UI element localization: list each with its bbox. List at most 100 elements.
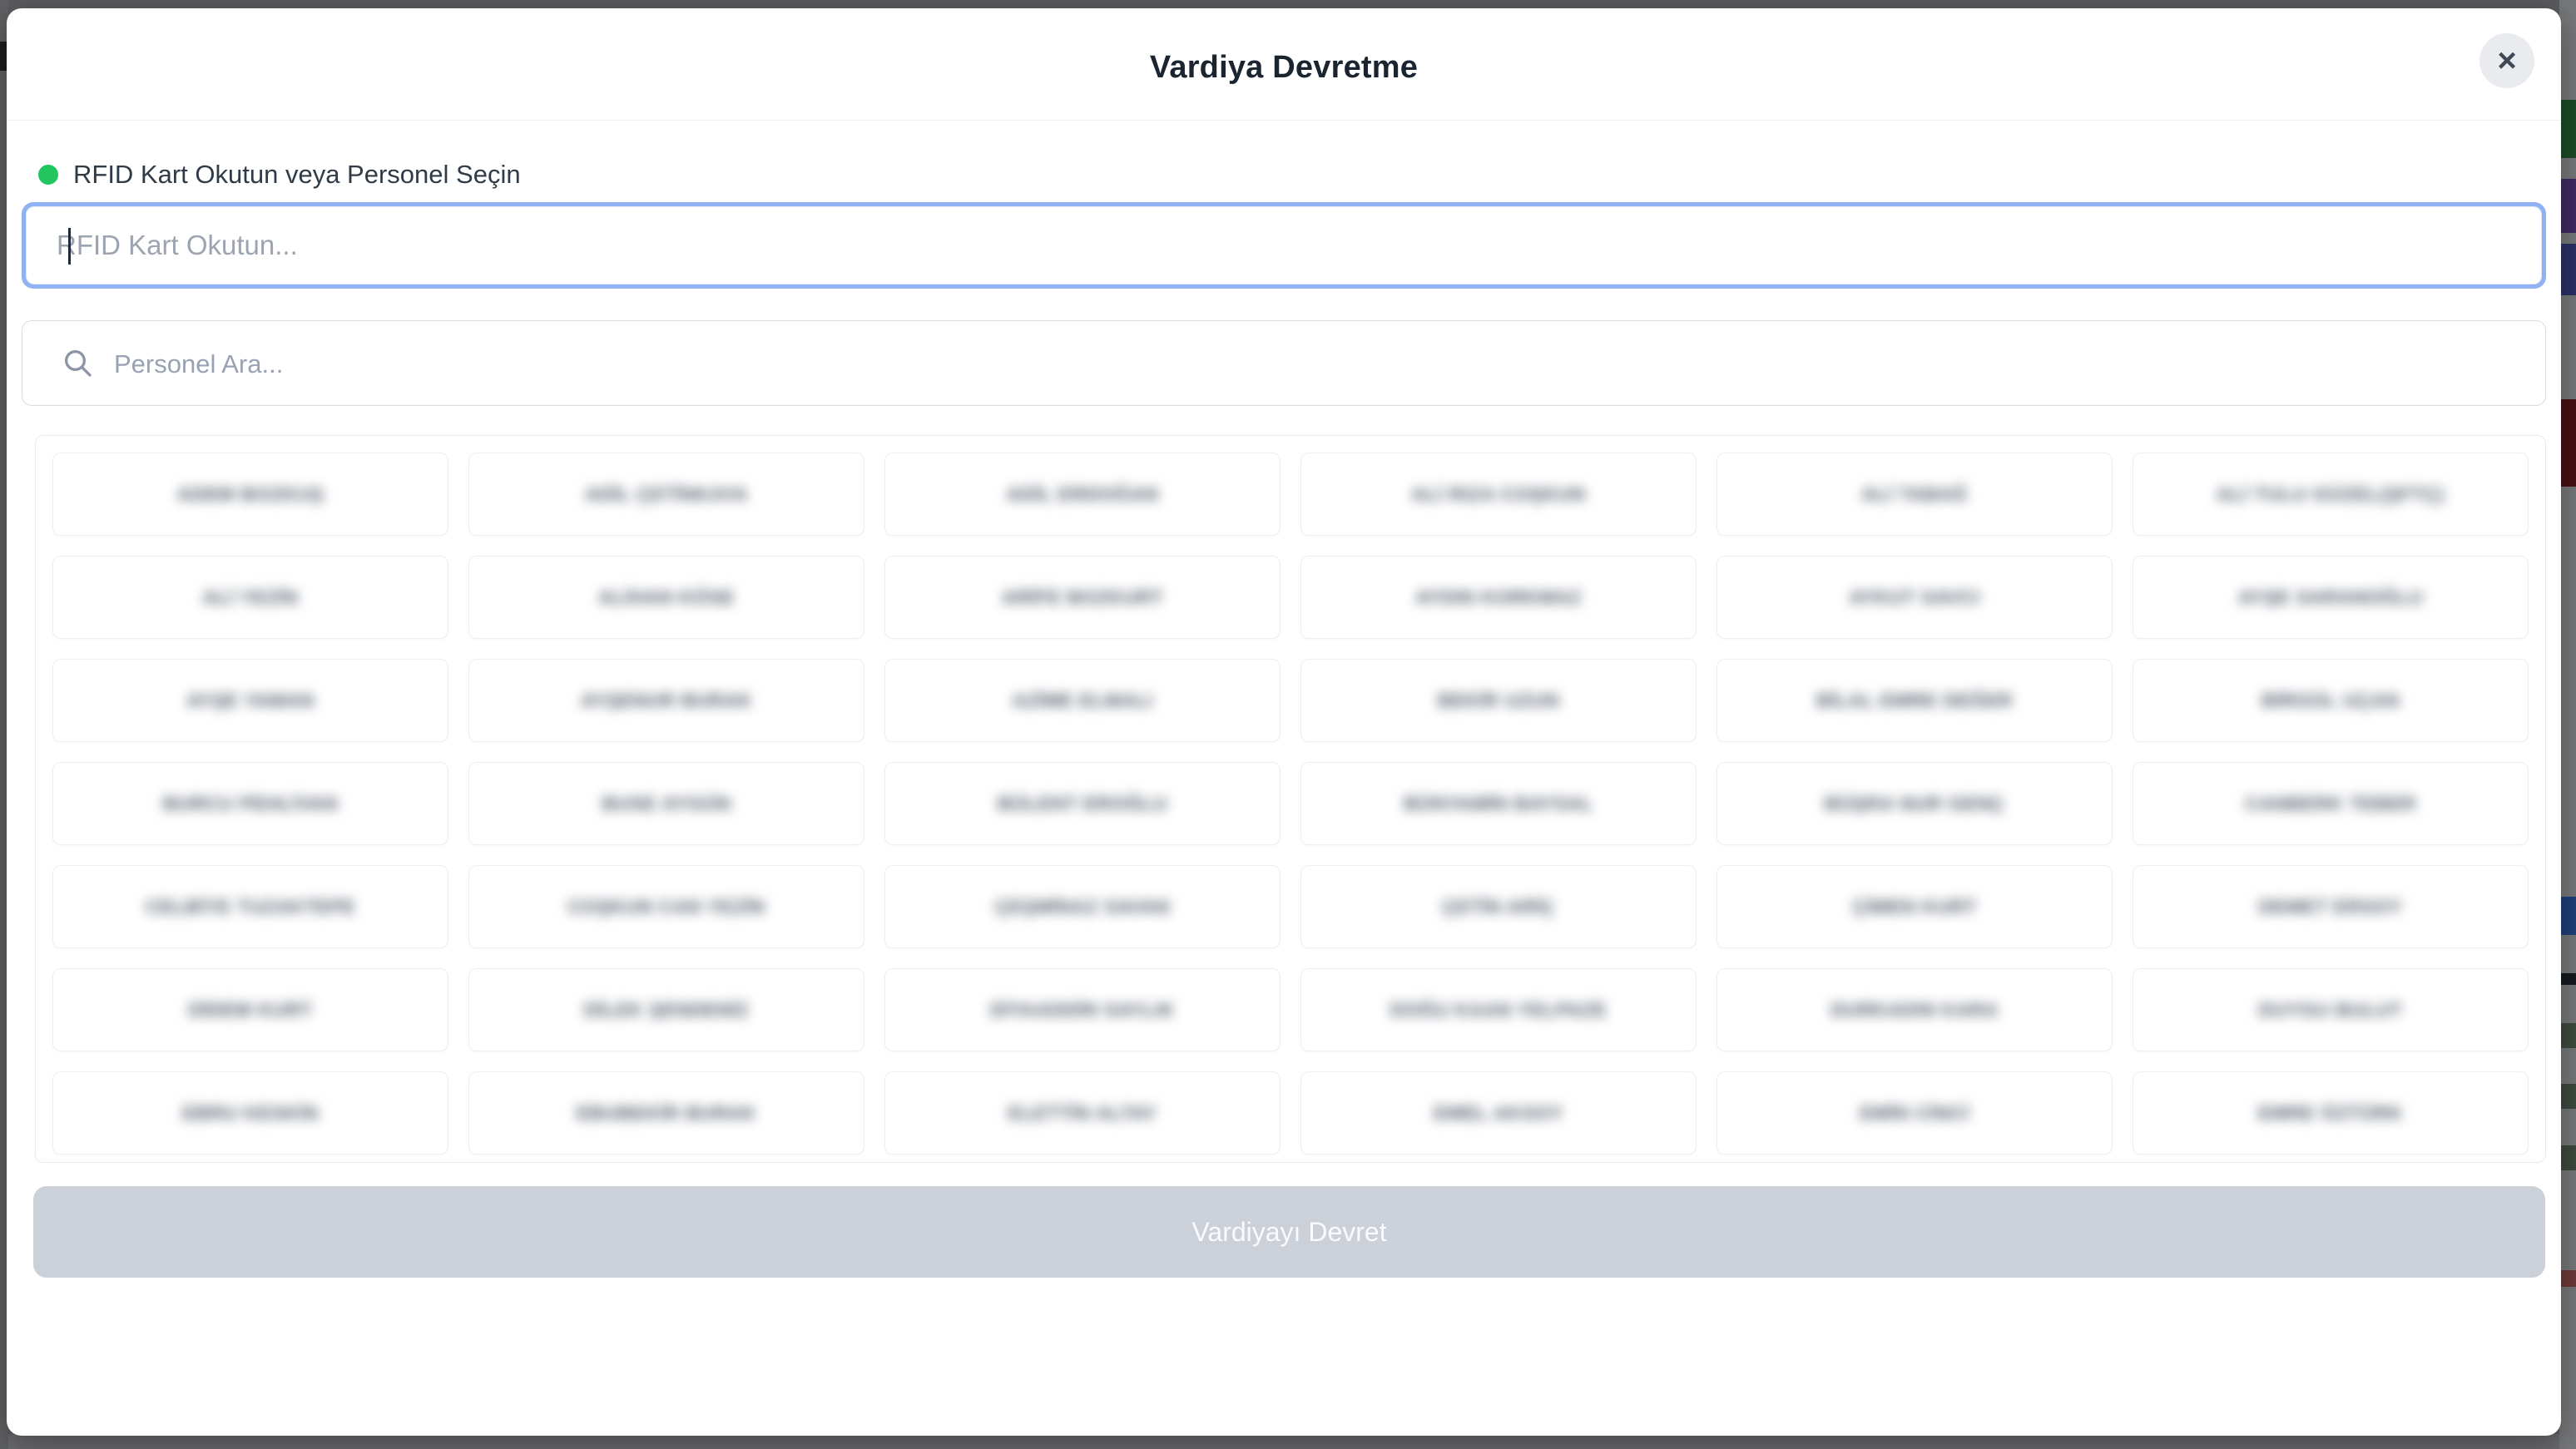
personnel-button[interactable]: ARİFE BOZKURT — [884, 556, 1281, 639]
close-icon: × — [2497, 44, 2516, 77]
personnel-name-blurred: ELETTİN ALTAY — [1008, 1102, 1157, 1125]
personnel-button[interactable]: ALİ YEZİN — [52, 556, 448, 639]
personnel-button[interactable]: DUYGU BULUT — [2133, 968, 2529, 1051]
rfid-input-focus-ring — [22, 202, 2546, 289]
personnel-button[interactable]: ALİ TABAĞ — [1717, 453, 2113, 536]
personnel-button[interactable]: AYKUT SAVCI — [1717, 556, 2113, 639]
personnel-button[interactable]: EMİN CİNCİ — [1717, 1071, 2113, 1155]
status-dot-icon — [38, 165, 58, 185]
personnel-name-blurred: ALİ YEZİN — [202, 586, 298, 609]
personnel-button[interactable]: BÜŞRA NUR GENÇ — [1717, 762, 2113, 845]
personnel-button[interactable]: ALİ TULU GÜZEL(ŞFTÇ) — [2133, 453, 2529, 536]
personnel-button[interactable]: EBRU KESKİN — [52, 1071, 448, 1155]
personnel-name-blurred: AYŞE SARANOĞLU — [2238, 586, 2423, 609]
personnel-button[interactable]: AYŞENUR BURAK — [468, 659, 864, 742]
background-app-sliver — [2559, 399, 2576, 487]
personnel-button[interactable]: DİDEM KURT — [52, 968, 448, 1051]
personnel-name-blurred: BÜNYAMİN BAYSAL — [1404, 793, 1593, 815]
personnel-name-blurred: ADİL ERDOĞAN — [1006, 483, 1158, 506]
personnel-name-blurred: ALİ TULU GÜZEL(ŞFTÇ) — [2217, 483, 2445, 506]
personnel-button[interactable]: BÜNYAMİN BAYSAL — [1300, 762, 1697, 845]
personnel-name-blurred: EMİN CİNCİ — [1860, 1102, 1969, 1125]
modal-header: Vardiya Devretme × — [7, 8, 2561, 121]
personnel-list-container[interactable]: ADEM BOZKUŞ ADİL ÇETİNKAYA ADİL ERDOĞAN … — [35, 435, 2546, 1163]
background-app-sliver — [2559, 179, 2576, 233]
background-app-sliver — [2559, 1023, 2576, 1048]
personnel-button[interactable]: BİRGÜL UÇAN — [2133, 659, 2529, 742]
close-button[interactable]: × — [2479, 33, 2534, 88]
background-app-sliver — [2559, 1145, 2576, 1170]
personnel-search-input[interactable] — [112, 321, 2537, 407]
personnel-button[interactable]: BUSE AYGÜN — [468, 762, 864, 845]
personnel-name-blurred: EBUBEKİR BURAK — [577, 1102, 757, 1125]
handover-submit-button[interactable]: Vardiyayı Devret — [33, 1186, 2545, 1278]
personnel-name-blurred: DUYGU BULUT — [2259, 999, 2403, 1021]
personnel-button[interactable]: AYDIN KORKMAZ — [1300, 556, 1697, 639]
personnel-name-blurred: ALİ RIZA COŞKUN — [1411, 483, 1586, 506]
personnel-name-blurred: EMRE ÖZTÜRK — [2258, 1102, 2403, 1125]
personnel-button[interactable]: CELBİYE TUZAKTEPE — [52, 865, 448, 948]
overlay-edge-right — [2559, 0, 2576, 1449]
personnel-name-blurred: EBRU KESKİN — [182, 1102, 319, 1125]
personnel-button[interactable]: DEMET ERSOY — [2133, 865, 2529, 948]
personnel-name-blurred: BURCU PEHLİVAN — [162, 793, 338, 815]
personnel-button[interactable]: ÇEŞMİNAZ SAVAN — [884, 865, 1281, 948]
personnel-name-blurred: DOĞU KAAN YELPAZE — [1390, 999, 1608, 1021]
status-row: RFID Kart Okutun veya Personel Seçin — [38, 160, 521, 190]
personnel-button[interactable]: BEKİR UZUN — [1300, 659, 1697, 742]
personnel-button[interactable]: ALİHAN KÖSE — [468, 556, 864, 639]
personnel-button[interactable]: BİLAL EMRE DEĞER — [1717, 659, 2113, 742]
personnel-name-blurred: ADİL ÇETİNKAYA — [585, 483, 749, 506]
shift-handover-modal: Vardiya Devretme × RFID Kart Okutun veya… — [7, 8, 2561, 1436]
personnel-name-blurred: AYDIN KORKMAZ — [1415, 586, 1582, 609]
personnel-name-blurred: ALİHAN KÖSE — [598, 586, 735, 609]
personnel-name-blurred: DEMET ERSOY — [2259, 896, 2403, 918]
personnel-name-blurred: ADEM BOZKUŞ — [177, 483, 324, 506]
personnel-name-blurred: DİDEM KURT — [188, 999, 312, 1021]
personnel-name-blurred: EMEL AKSOY — [1434, 1102, 1563, 1125]
personnel-button[interactable]: COŞKUN CAN YEZİN — [468, 865, 864, 948]
background-app-sliver — [2559, 244, 2576, 295]
personnel-button[interactable]: ELETTİN ALTAY — [884, 1071, 1281, 1155]
personnel-button[interactable]: AYŞE SARANOĞLU — [2133, 556, 2529, 639]
background-app-sliver — [2559, 973, 2576, 985]
personnel-button[interactable]: ÇETİN ARİÇ — [1300, 865, 1697, 948]
personnel-button[interactable]: DURKADIN KARA — [1717, 968, 2113, 1051]
personnel-button[interactable]: ALİ RIZA COŞKUN — [1300, 453, 1697, 536]
personnel-grid: ADEM BOZKUŞ ADİL ÇETİNKAYA ADİL ERDOĞAN … — [52, 453, 2529, 1155]
personnel-button[interactable]: EMRE ÖZTÜRK — [2133, 1071, 2529, 1155]
personnel-button[interactable]: ADİL ERDOĞAN — [884, 453, 1281, 536]
personnel-name-blurred: ÇETİN ARİÇ — [1442, 896, 1555, 918]
personnel-button[interactable]: BÜLENT EROĞLU — [884, 762, 1281, 845]
rfid-input[interactable] — [26, 206, 2542, 284]
background-app-sliver — [2559, 100, 2576, 158]
personnel-button[interactable]: DOĞU KAAN YELPAZE — [1300, 968, 1697, 1051]
personnel-button[interactable]: BURCU PEHLİVAN — [52, 762, 448, 845]
search-icon — [61, 346, 94, 379]
overlay-edge-bottom — [0, 1434, 2576, 1449]
personnel-button[interactable]: EMEL AKSOY — [1300, 1071, 1697, 1155]
personnel-button[interactable]: AZİME ELMALI — [884, 659, 1281, 742]
personnel-name-blurred: CANBERK TEBER — [2245, 793, 2416, 815]
personnel-button[interactable]: ADEM BOZKUŞ — [52, 453, 448, 536]
personnel-button[interactable]: CANBERK TEBER — [2133, 762, 2529, 845]
personnel-name-blurred: CELBİYE TUZAKTEPE — [146, 896, 356, 918]
personnel-name-blurred: ÇİMEN KURT — [1852, 896, 1976, 918]
personnel-name-blurred: ÇEŞMİNAZ SAVAN — [995, 896, 1171, 918]
personnel-name-blurred: DURKADIN KARA — [1830, 999, 1999, 1021]
personnel-name-blurred: ARİFE BOZKURT — [1002, 586, 1163, 609]
personnel-name-blurred: ALİ TABAĞ — [1861, 483, 1968, 506]
personnel-button[interactable]: ÇİMEN KURT — [1717, 865, 2113, 948]
personnel-button[interactable]: ADİL ÇETİNKAYA — [468, 453, 864, 536]
personnel-button[interactable]: AYŞE YAMAN — [52, 659, 448, 742]
personnel-name-blurred: BUSE AYGÜN — [602, 793, 731, 815]
personnel-name-blurred: AYŞENUR BURAK — [581, 690, 752, 712]
text-caret — [68, 228, 71, 265]
personnel-button[interactable]: DİLEK ŞENDENİZ — [468, 968, 864, 1051]
personnel-name-blurred: AZİME ELMALI — [1012, 690, 1153, 712]
personnel-name-blurred: AYŞE YAMAN — [186, 690, 315, 712]
personnel-name-blurred: DİLEK ŞENDENİZ — [584, 999, 750, 1021]
background-app-sliver — [2559, 1084, 2576, 1109]
personnel-button[interactable]: DİYAADDİN SAYLIK — [884, 968, 1281, 1051]
personnel-button[interactable]: EBUBEKİR BURAK — [468, 1071, 864, 1155]
